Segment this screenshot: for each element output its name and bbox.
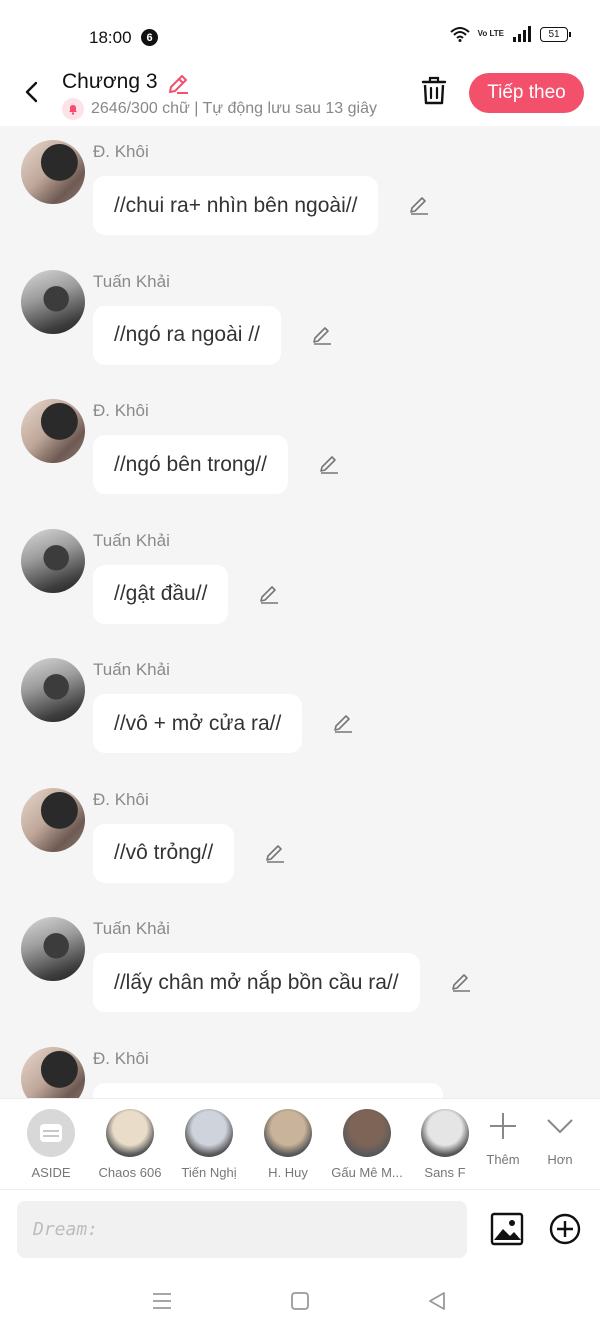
word-count-autosave: 2646/300 chữ | Tự động lưu sau 13 giây [91, 100, 377, 117]
system-nav-bar [0, 1268, 600, 1333]
message-row: Tuấn Khải //lấy chân mở nắp bồn cầu ra// [0, 903, 600, 1033]
image-icon[interactable] [490, 1212, 524, 1246]
character-item[interactable]: Tiến Nghị [170, 1109, 248, 1180]
plus-icon [490, 1113, 516, 1139]
character-avatar [185, 1109, 233, 1157]
back-icon[interactable] [426, 1290, 448, 1312]
sender-name: Tuấn Khải [93, 919, 170, 938]
message-row: Đ. Khôi //ngó bên trong// [0, 385, 600, 515]
message-bubble[interactable]: //gật đầu// [93, 564, 229, 624]
character-avatar [264, 1109, 312, 1157]
edit-message-pencil-icon[interactable] [450, 971, 472, 993]
sender-name: Đ. Khôi [93, 401, 149, 420]
menu-icon[interactable] [151, 1290, 173, 1312]
sender-name: Đ. Khôi [93, 789, 149, 809]
message-row: Tuấn Khải //vô + mở cửa ra// [0, 644, 600, 774]
message-bubble[interactable]: //ngó bên trong// [93, 435, 288, 494]
message-bubble[interactable] [93, 1082, 443, 1098]
sender-avatar[interactable] [21, 658, 85, 722]
edit-message-pencil-icon[interactable] [332, 712, 354, 734]
dream-input[interactable] [17, 1201, 467, 1258]
bell-icon [62, 98, 84, 120]
sender-avatar[interactable] [21, 787, 85, 852]
message-row: Đ. Khôi [0, 1033, 600, 1098]
character-name: ASIDE [31, 1165, 71, 1180]
message-bubble[interactable]: //ngó ra ngoài // [93, 305, 281, 365]
volte-icon: Vo LTE [477, 29, 504, 38]
sender-name: Đ. Khôi [93, 1048, 149, 1068]
sender-avatar[interactable] [21, 269, 85, 334]
battery-icon: 51 [540, 26, 571, 42]
sender-avatar[interactable] [21, 399, 85, 463]
character-item[interactable]: Sans F [406, 1109, 484, 1180]
sender-name: Tuấn Khải [93, 271, 170, 291]
next-button[interactable]: Tiếp theo [469, 73, 584, 113]
more-characters-label: Hơn [547, 1152, 573, 1167]
edit-message-pencil-icon[interactable] [408, 194, 430, 216]
message-row: Đ. Khôi //vô trỏng// [0, 774, 600, 904]
character-avatar [106, 1109, 154, 1157]
chapter-title[interactable]: Chương 3 [62, 70, 158, 94]
message-row: Tuấn Khải //ngó ra ngoài // [0, 256, 600, 386]
edit-message-pencil-icon[interactable] [258, 583, 280, 605]
signal-icon [513, 26, 531, 42]
character-name: Gấu Mê M... [331, 1165, 403, 1180]
status-time: 18:00 [89, 28, 132, 47]
add-circle-icon[interactable] [549, 1213, 581, 1245]
message-bubble[interactable]: //chui ra+ nhìn bên ngoài// [93, 176, 379, 235]
character-name: Sans F [424, 1165, 466, 1180]
character-item[interactable]: Gấu Mê M... [328, 1109, 406, 1180]
status-icons: Vo LTE 51 [449, 26, 571, 42]
message-row: Tuấn Khải //gật đầu// [0, 515, 600, 645]
message-bubble[interactable]: //vô trỏng// [93, 823, 235, 883]
home-icon[interactable] [289, 1290, 311, 1312]
character-bar: Thêm Hơn ASIDE Chaos 606 Tiến Nghị H. Huy Gấ… [0, 1098, 600, 1190]
character-name: H. Huy [268, 1165, 308, 1180]
character-name: Tiến Nghị [181, 1165, 237, 1180]
edit-message-pencil-icon[interactable] [311, 324, 333, 346]
message-bubble[interactable]: //lấy chân mở nắp bồn cầu ra// [93, 953, 420, 1012]
chat-area[interactable]: Đ. Khôi //chui ra+ nhìn bên ngoài// Tuấn K… [0, 126, 600, 1098]
chapter-header: Chương 3 2646/300 chữ | Tự động lưu sau … [0, 70, 600, 126]
status-bar: 18:00 6 Vo LTE 51 [0, 0, 600, 70]
character-item[interactable]: H. Huy [249, 1109, 327, 1180]
input-bar [0, 1190, 600, 1268]
edit-message-pencil-icon[interactable] [264, 842, 286, 864]
character-item[interactable]: Chaos 606 [91, 1109, 169, 1180]
sender-avatar[interactable] [21, 1046, 85, 1098]
message-bubble[interactable]: //vô + mở cửa ra// [93, 694, 303, 753]
trash-icon[interactable] [420, 76, 448, 106]
sender-avatar[interactable] [21, 917, 85, 981]
chevron-down-icon [547, 1119, 573, 1134]
character-name: Chaos 606 [98, 1165, 162, 1180]
edit-title-pencil-icon[interactable] [166, 72, 190, 96]
sender-name: Đ. Khôi [93, 142, 149, 161]
back-arrow-icon[interactable] [20, 80, 44, 104]
character-avatar [421, 1109, 469, 1157]
sender-name: Tuấn Khải [93, 530, 170, 550]
wifi-icon [449, 27, 470, 42]
sender-name: Tuấn Khải [93, 660, 170, 679]
more-characters-button[interactable]: Hơn [532, 1111, 588, 1167]
sender-avatar[interactable] [21, 140, 85, 204]
edit-message-pencil-icon[interactable] [318, 453, 340, 475]
character-item[interactable]: ASIDE [12, 1109, 90, 1180]
aside-icon [27, 1109, 75, 1157]
notification-badge: 6 [141, 29, 158, 46]
character-avatar [343, 1109, 391, 1157]
message-row: Đ. Khôi //chui ra+ nhìn bên ngoài// [0, 126, 600, 256]
sender-avatar[interactable] [21, 528, 85, 593]
